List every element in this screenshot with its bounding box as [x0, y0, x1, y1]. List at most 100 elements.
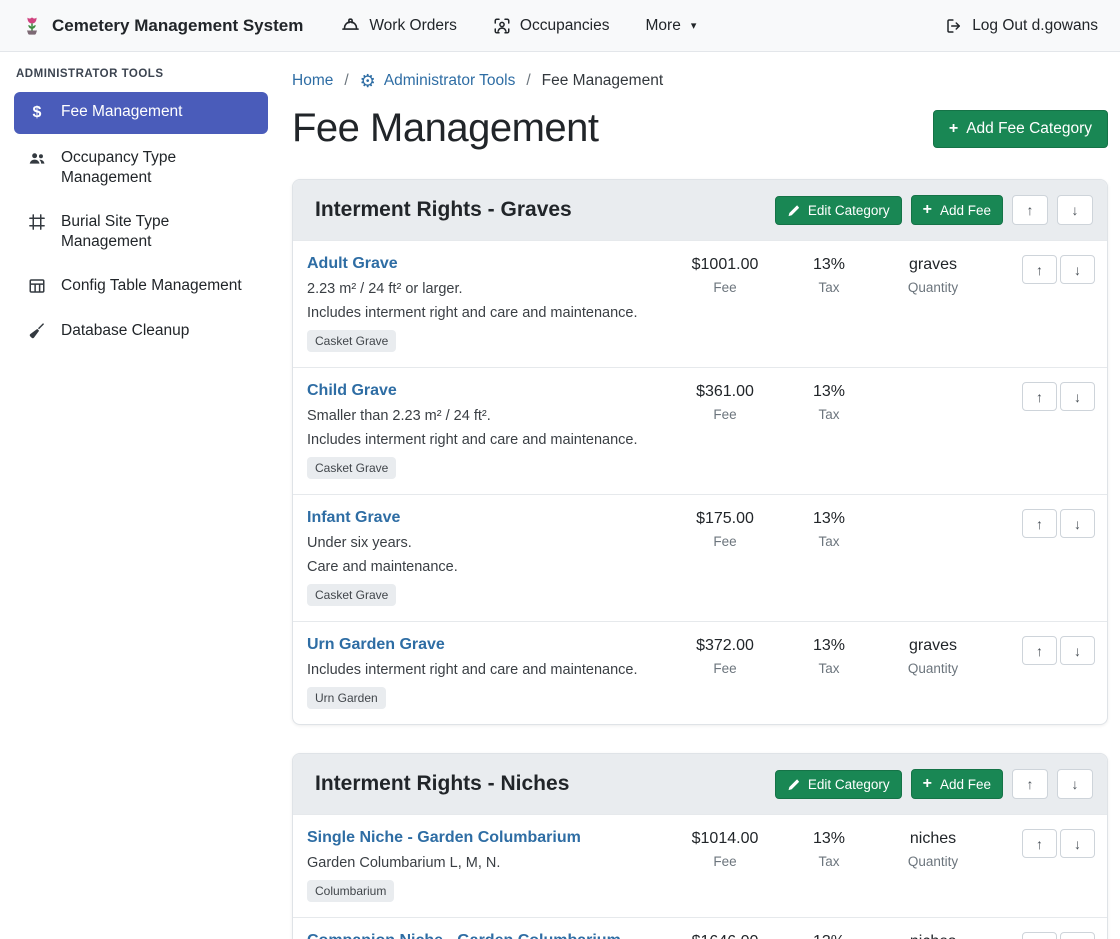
fee-tax-label: Tax [777, 534, 881, 549]
fee-name-link[interactable]: Companion Niche - Garden Columbarium [307, 932, 621, 939]
table-icon [26, 277, 48, 295]
fee-amount: $175.00 [673, 510, 777, 528]
fee-name-link[interactable]: Adult Grave [307, 255, 398, 272]
sidebar-item-database-cleanup[interactable]: Database Cleanup [14, 311, 268, 351]
add-fee-button[interactable]: + Add Fee [911, 769, 1003, 799]
add-fee-category-button[interactable]: + Add Fee Category [933, 110, 1108, 148]
edit-category-label: Edit Category [808, 203, 890, 218]
fee-amount: $372.00 [673, 637, 777, 655]
sidebar-item-label: Fee Management [61, 102, 183, 122]
fee-description: Garden Columbarium L, M, N. [307, 855, 667, 871]
move-category-up-button[interactable]: ↑ [1012, 195, 1048, 225]
pencil-icon [787, 204, 800, 217]
move-fee-up-button[interactable]: ↑ [1022, 829, 1057, 858]
move-fee-down-button[interactable]: ↓ [1060, 509, 1095, 538]
fee-row: Child Grave Smaller than 2.23 m² / 24 ft… [293, 367, 1107, 494]
edit-category-label: Edit Category [808, 777, 890, 792]
fee-tax: 13% [777, 256, 881, 274]
move-category-down-button[interactable]: ↓ [1057, 769, 1093, 799]
sidebar-item-label: Burial Site Type Management [61, 212, 256, 252]
nav-item-work-orders[interactable]: Work Orders [341, 16, 457, 35]
page-title: Fee Management [292, 106, 599, 151]
breadcrumb-current: Fee Management [542, 72, 664, 90]
sidebar-item-label: Config Table Management [61, 276, 242, 296]
fee-amount: $361.00 [673, 383, 777, 401]
fee-quantity-label: Quantity [881, 280, 985, 295]
logout-button[interactable]: Log Out d.gowans [945, 17, 1098, 35]
fee-tax-label: Tax [777, 280, 881, 295]
sidebar-item-fee-management[interactable]: $ Fee Management [14, 92, 268, 134]
move-category-up-button[interactable]: ↑ [1012, 769, 1048, 799]
fee-description: 2.23 m² / 24 ft² or larger. [307, 281, 667, 297]
tulip-logo-icon [22, 14, 42, 37]
logout-label: Log Out d.gowans [972, 17, 1098, 35]
fee-name-link[interactable]: Infant Grave [307, 509, 400, 526]
fee-tax: 13% [777, 383, 881, 401]
fee-category-card-niches: Interment Rights - Niches Edit Category … [292, 753, 1108, 939]
breadcrumb-admin-tools-link[interactable]: ⚙ Administrator Tools [360, 72, 516, 90]
fee-row: Adult Grave 2.23 m² / 24 ft² or larger. … [293, 240, 1107, 367]
fee-description: Smaller than 2.23 m² / 24 ft². [307, 408, 667, 424]
fee-type-badge: Casket Grave [307, 330, 396, 352]
fee-amount-label: Fee [673, 661, 777, 676]
add-fee-label: Add Fee [940, 203, 991, 218]
move-fee-up-button[interactable]: ↑ [1022, 382, 1057, 411]
fee-name-link[interactable]: Single Niche - Garden Columbarium [307, 829, 581, 846]
move-fee-up-button[interactable]: ↑ [1022, 509, 1057, 538]
edit-category-button[interactable]: Edit Category [775, 196, 902, 225]
fee-tax-label: Tax [777, 854, 881, 869]
pencil-icon [787, 778, 800, 791]
move-fee-down-button[interactable]: ↓ [1060, 255, 1095, 284]
plus-icon: + [923, 776, 932, 792]
app-title: Cemetery Management System [52, 16, 303, 36]
sidebar-item-label: Database Cleanup [61, 321, 189, 341]
chevron-down-icon: ▾ [691, 19, 697, 32]
gear-icon: ⚙ [360, 72, 376, 90]
add-fee-label: Add Fee [940, 777, 991, 792]
fee-type-badge: Urn Garden [307, 687, 386, 709]
sidebar-item-occupancy-type-management[interactable]: Occupancy Type Management [14, 138, 268, 198]
logout-icon [945, 17, 963, 35]
fee-amount-label: Fee [673, 854, 777, 869]
fee-tax: 13% [777, 637, 881, 655]
frame-icon [26, 213, 48, 231]
move-fee-up-button[interactable]: ↑ [1022, 636, 1057, 665]
sidebar-item-config-table-management[interactable]: Config Table Management [14, 266, 268, 306]
move-fee-up-button[interactable]: ↑ [1022, 255, 1057, 284]
fee-description: Includes interment right and care and ma… [307, 305, 667, 321]
fee-description: Care and maintenance. [307, 559, 667, 575]
category-header: Interment Rights - Niches Edit Category … [293, 754, 1107, 814]
broom-icon [26, 322, 48, 340]
fee-name-link[interactable]: Child Grave [307, 382, 397, 399]
edit-category-button[interactable]: Edit Category [775, 770, 902, 799]
fee-type-badge: Columbarium [307, 880, 394, 902]
main-content: Home / ⚙ Administrator Tools / Fee Manag… [280, 52, 1120, 939]
fee-quantity: niches [881, 933, 985, 939]
fee-row: Companion Niche - Garden Columbarium Gar… [293, 917, 1107, 939]
move-fee-down-button[interactable]: ↓ [1060, 382, 1095, 411]
fee-amount-label: Fee [673, 407, 777, 422]
fee-description: Under six years. [307, 535, 667, 551]
users-icon [26, 149, 48, 168]
nav-item-more[interactable]: More ▾ [646, 17, 697, 35]
move-fee-down-button[interactable]: ↓ [1060, 829, 1095, 858]
breadcrumb-home-link[interactable]: Home [292, 72, 333, 90]
move-category-down-button[interactable]: ↓ [1057, 195, 1093, 225]
add-fee-category-label: Add Fee Category [966, 120, 1092, 138]
move-fee-down-button[interactable]: ↓ [1060, 932, 1095, 939]
person-frame-icon [493, 17, 511, 35]
move-fee-down-button[interactable]: ↓ [1060, 636, 1095, 665]
add-fee-button[interactable]: + Add Fee [911, 195, 1003, 225]
category-title: Interment Rights - Niches [307, 772, 775, 796]
fee-category-card-graves: Interment Rights - Graves Edit Category … [292, 179, 1108, 725]
move-fee-up-button[interactable]: ↑ [1022, 932, 1057, 939]
fee-description: Includes interment right and care and ma… [307, 432, 667, 448]
sidebar-item-burial-site-type-management[interactable]: Burial Site Type Management [14, 202, 268, 262]
nav-label: More [646, 17, 681, 35]
category-header: Interment Rights - Graves Edit Category … [293, 180, 1107, 240]
fee-row: Infant Grave Under six years. Care and m… [293, 494, 1107, 621]
fee-name-link[interactable]: Urn Garden Grave [307, 636, 445, 653]
plus-icon: + [949, 121, 958, 137]
nav-item-occupancies[interactable]: Occupancies [493, 17, 610, 35]
fee-quantity: niches [881, 830, 985, 848]
